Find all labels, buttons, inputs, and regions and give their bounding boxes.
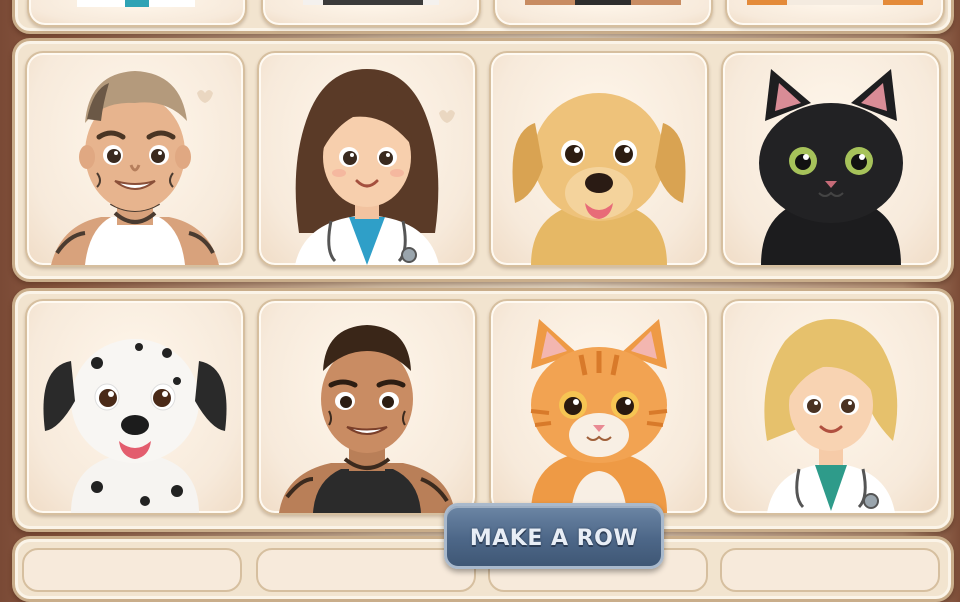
black-cat-icon (759, 69, 903, 265)
tile-partial-5[interactable] (22, 548, 242, 592)
make-a-row-button[interactable]: MAKE A ROW (444, 503, 664, 569)
tile-partial-3[interactable] (493, 0, 713, 27)
tile-row-top-partial (12, 0, 954, 34)
tattooed-man-icon (51, 71, 219, 265)
tattooed-man-icon (525, 0, 681, 5)
orange-cat-icon (530, 319, 668, 513)
tile-orange-tabby-kitten[interactable] (489, 299, 709, 515)
tattooed-man-icon (279, 325, 455, 513)
tile-partial-1[interactable] (27, 0, 247, 27)
tile-golden-retriever-puppy[interactable] (489, 51, 709, 267)
tile-doctor-woman-brunette[interactable] (257, 51, 477, 267)
tile-black-cat[interactable] (721, 51, 941, 267)
golden-retriever-icon (512, 93, 686, 265)
doctor-scrubs-icon (77, 0, 195, 7)
make-a-row-label: MAKE A ROW (469, 525, 639, 551)
doctor-woman-icon (764, 319, 898, 513)
tile-dalmatian-puppy[interactable] (25, 299, 245, 515)
orange-cat-icon (747, 0, 923, 5)
tile-row-1 (12, 38, 954, 282)
tile-partial-6[interactable] (256, 548, 476, 592)
tile-partial-8[interactable] (720, 548, 940, 592)
tile-doctor-woman-blonde[interactable] (721, 299, 941, 515)
tile-row-2 (12, 288, 954, 532)
dalmatian-icon (43, 339, 227, 513)
tile-tattooed-man-dark[interactable] (257, 299, 477, 515)
tile-tattooed-man[interactable] (25, 51, 245, 267)
tile-partial-4[interactable] (725, 0, 945, 27)
doctor-woman-icon (295, 69, 455, 265)
game-board: MAKE A ROW (0, 0, 960, 602)
spotted-dog-icon (303, 0, 439, 5)
tile-partial-2[interactable] (261, 0, 481, 27)
